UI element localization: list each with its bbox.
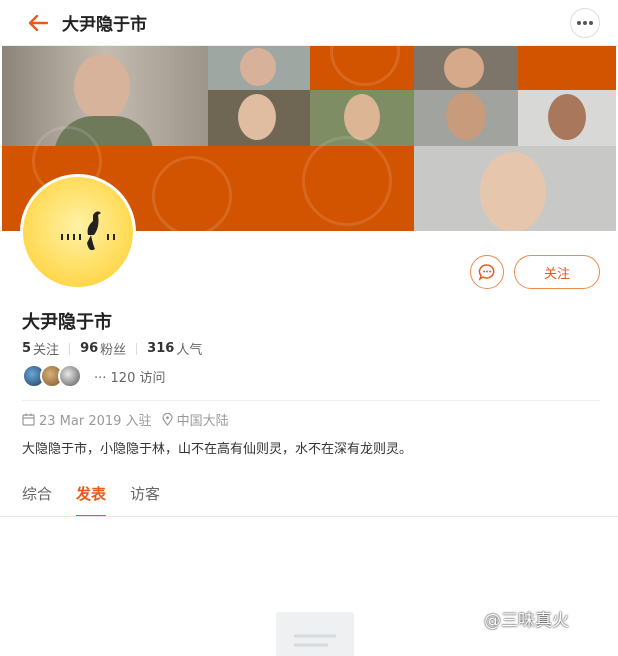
profile-meta: 23 Mar 2019 入驻 中国大陆 <box>22 410 229 429</box>
profile-bio: 大隐隐于市，小隐隐于林，山不在高有仙则灵，水不在深有龙则灵。 <box>22 442 413 457</box>
avatar[interactable] <box>20 174 136 290</box>
page-title: 大尹隐于市 <box>62 15 147 35</box>
location: 中国大陆 <box>176 414 229 429</box>
more-button[interactable] <box>570 8 600 38</box>
heron-silhouette-icon <box>61 211 115 251</box>
profile-name: 大尹隐于市 <box>22 312 112 333</box>
follow-button[interactable]: 关注 <box>514 255 600 289</box>
section-divider <box>22 400 600 401</box>
popularity-label: 人气 <box>176 343 203 358</box>
joined-date: 23 Mar 2019 入驻 <box>39 414 152 429</box>
following-count[interactable]: 5 <box>22 341 31 356</box>
more-dots-icon <box>577 21 593 25</box>
tabs-divider <box>0 516 618 517</box>
tab-visitors[interactable]: 访客 <box>130 483 160 517</box>
location-pin-icon <box>161 413 173 426</box>
stat-divider <box>69 342 71 355</box>
fans-label[interactable]: 粉丝 <box>100 339 126 358</box>
tab-posts[interactable]: 发表 <box>76 483 107 517</box>
visitor-avatar[interactable] <box>58 364 82 388</box>
profile-stats: 5 关注 96 粉丝 316 人气 <box>22 339 202 358</box>
message-button[interactable] <box>470 255 504 289</box>
stat-divider <box>136 342 138 355</box>
calendar-icon <box>22 413 35 426</box>
tab-overview[interactable]: 综合 <box>22 483 52 517</box>
empty-state-document-icon <box>276 612 354 656</box>
watermark: @三味真火 <box>484 611 569 631</box>
chat-bubble-icon <box>478 264 495 281</box>
fans-count[interactable]: 96 <box>80 341 98 356</box>
arrow-left-icon <box>28 14 48 31</box>
top-bar: 大尹隐于市 <box>0 0 618 46</box>
visitor-avatars[interactable]: ··· 120 访问 <box>22 364 165 388</box>
back-button[interactable] <box>26 11 50 35</box>
profile-tabs: 综合 发表 访客 <box>22 483 184 517</box>
visit-count[interactable]: ··· 120 访问 <box>94 367 165 386</box>
following-label[interactable]: 关注 <box>33 339 59 358</box>
popularity-count: 316 <box>147 341 175 356</box>
